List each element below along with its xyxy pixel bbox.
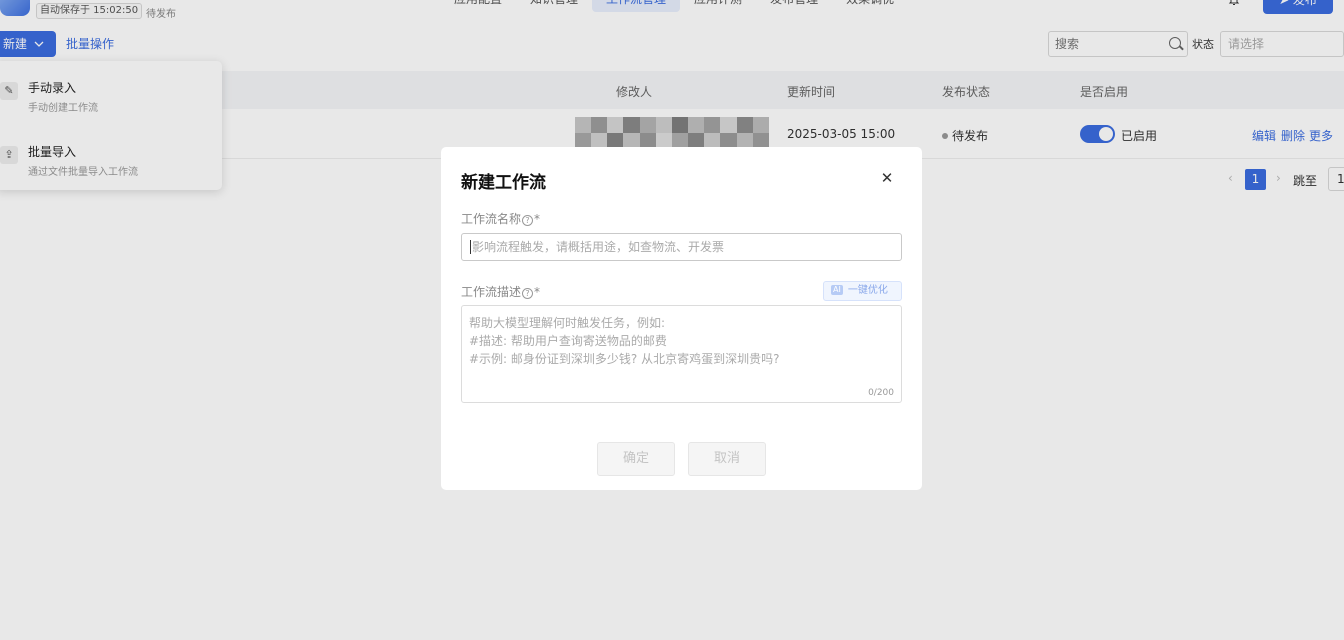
workflow-name-input[interactable]: 影响流程触发，请概括用途，如查物流、开发票: [461, 233, 902, 261]
required-mark: *: [534, 212, 541, 226]
char-counter: 0/200: [868, 388, 894, 398]
app-page: 自动保存于 15:02:50 待发布 应用配置 知识管理 工作流管理 应用评测 …: [0, 0, 1344, 640]
text-caret: [470, 240, 471, 254]
ai-optimize-button[interactable]: AI 一键优化: [823, 281, 902, 301]
cancel-button[interactable]: 取消: [688, 442, 766, 476]
close-icon[interactable]: ✕: [880, 171, 894, 186]
modal-title: 新建工作流: [461, 173, 546, 193]
desc-placeholder: 帮助大模型理解何时触发任务，例如: #描述: 帮助用户查询寄送物品的邮费 #示例…: [469, 316, 780, 366]
required-mark: *: [534, 285, 541, 299]
desc-label-text: 工作流描述: [461, 285, 522, 299]
name-field-label: 工作流名称? *: [461, 210, 540, 227]
desc-field-label: 工作流描述? *: [461, 283, 540, 300]
help-icon[interactable]: ?: [522, 288, 534, 299]
name-placeholder: 影响流程触发，请概括用途，如查物流、开发票: [472, 240, 725, 254]
workflow-desc-textarea[interactable]: 帮助大模型理解何时触发任务，例如: #描述: 帮助用户查询寄送物品的邮费 #示例…: [461, 305, 902, 403]
ai-optimize-label: 一键优化: [847, 285, 888, 296]
name-label-text: 工作流名称: [461, 212, 522, 226]
new-workflow-modal: 新建工作流 ✕ 工作流名称? * 影响流程触发，请概括用途，如查物流、开发票 工作…: [441, 147, 922, 490]
ai-badge: AI: [831, 285, 843, 295]
confirm-button[interactable]: 确定: [597, 442, 675, 476]
help-icon[interactable]: ?: [522, 215, 534, 226]
